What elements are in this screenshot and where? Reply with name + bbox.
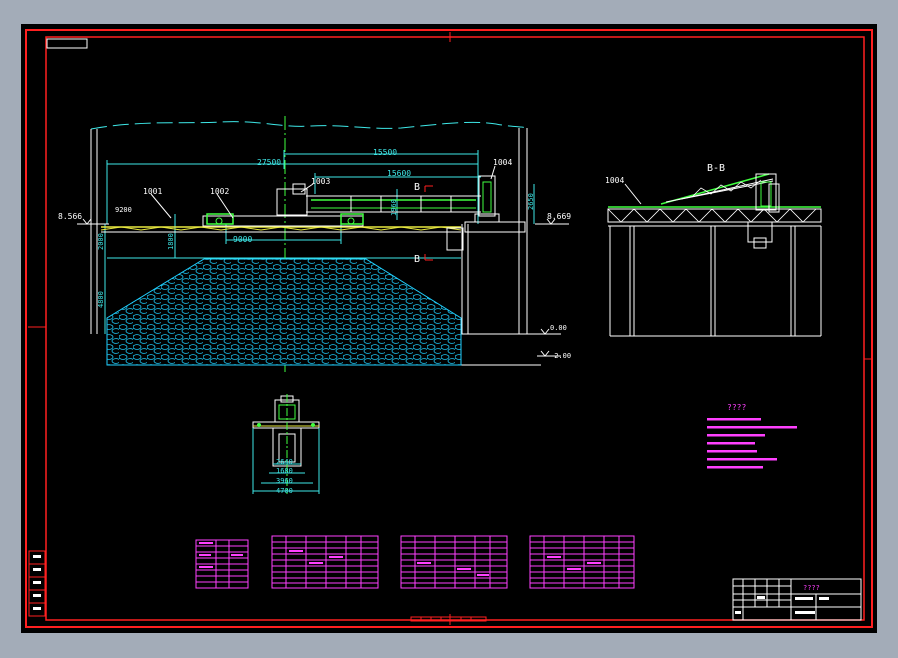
section-mark-bottom: B — [414, 254, 420, 265]
dim-1800: 1800 — [167, 233, 175, 250]
parts-table-4 — [529, 535, 635, 589]
dim-9200: 9200 — [115, 206, 132, 214]
notes-lines — [707, 418, 797, 469]
elevation-left: 8.566 — [58, 212, 82, 221]
callout-1004: 1004 — [493, 158, 512, 167]
callout-1002: 1002 — [210, 187, 229, 196]
dim-15600: 15600 — [387, 169, 411, 178]
parts-table-1 — [195, 539, 249, 589]
elevation-ground: 0.00 — [550, 324, 567, 332]
callout-1003: 1003 — [311, 177, 330, 186]
view-title-bb: B-B — [707, 163, 725, 174]
parts-table-2 — [271, 535, 379, 589]
dim-4800: 4800 — [97, 291, 105, 308]
main-elevation-view — [77, 116, 569, 374]
section-bb-view — [607, 173, 822, 337]
title-block-name: ???? — [803, 584, 820, 592]
cad-drawing: 27500 15500 15600 9000 9200 2650 1960 20… — [25, 29, 873, 628]
drawing-sheet: 27500 15500 15600 9000 9200 2650 1960 20… — [21, 24, 877, 633]
elevation-pit: -2.00 — [550, 352, 571, 360]
notes-title: ???? — [727, 403, 746, 412]
dim-2640: 2640 — [276, 458, 293, 466]
dim-1680: 1680 — [276, 467, 293, 475]
callout-1001: 1001 — [143, 187, 162, 196]
dim-9000: 9000 — [233, 235, 252, 244]
dim-1960: 1960 — [390, 199, 398, 216]
callout-1004-bb: 1004 — [605, 176, 624, 185]
section-mark-top: B — [414, 182, 420, 193]
title-block — [732, 578, 862, 621]
parts-table-3 — [400, 535, 508, 589]
elevation-right: 8.669 — [547, 212, 571, 221]
dim-3960: 3960 — [276, 477, 293, 485]
dim-2000: 2000 — [97, 233, 105, 250]
drawing-number-box — [46, 38, 88, 49]
dim-15500: 15500 — [373, 148, 397, 157]
left-revision-strip — [28, 550, 46, 617]
dim-4700: 4700 — [276, 487, 293, 495]
dim-27500: 27500 — [257, 158, 281, 167]
dim-2650: 2650 — [527, 193, 535, 210]
